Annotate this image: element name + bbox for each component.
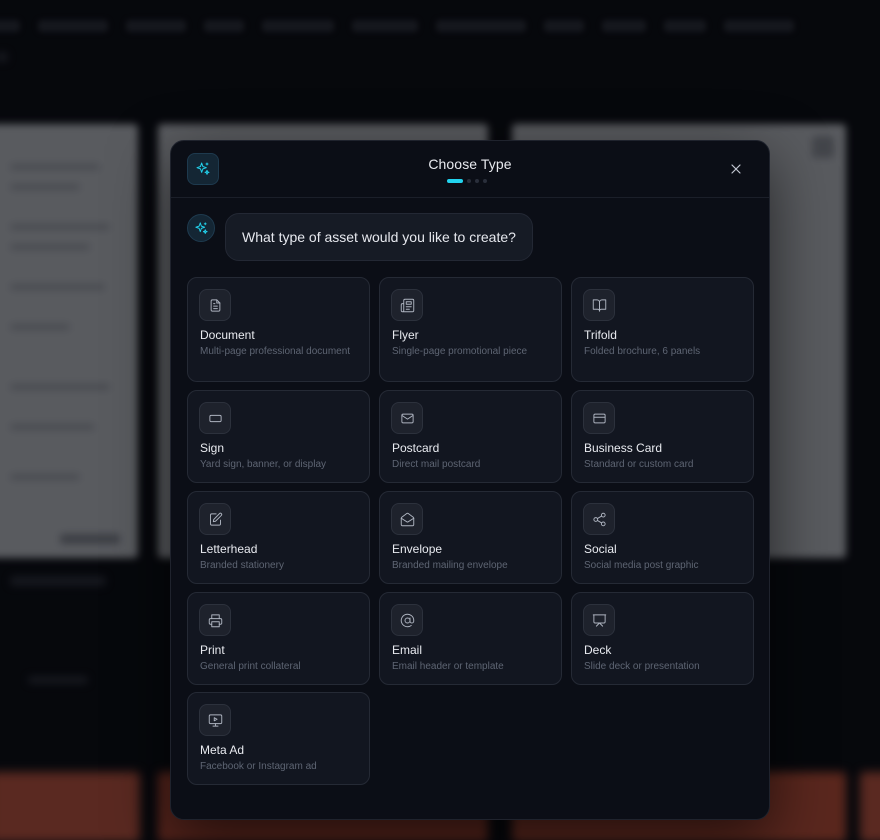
type-card-title: Letterhead [200, 542, 258, 556]
book-open-icon [583, 289, 615, 321]
dialog-title: Choose Type [428, 156, 512, 172]
type-card-description: Multi-page professional document [200, 346, 351, 357]
type-card-sign[interactable]: Sign Yard sign, banner, or display [187, 390, 370, 483]
step-dot-active [447, 179, 463, 183]
type-card-deck[interactable]: Deck Slide deck or presentation [571, 592, 754, 685]
type-card-title: Print [200, 643, 225, 657]
type-card-description: Single-page promotional piece [392, 346, 528, 357]
type-card-title: Meta Ad [200, 743, 245, 757]
type-card-meta-ad[interactable]: Meta Ad Facebook or Instagram ad [187, 692, 370, 785]
printer-icon [199, 604, 231, 636]
credit-card-icon [583, 402, 615, 434]
type-card-description: Email header or template [392, 661, 504, 672]
type-card-title: Envelope [392, 542, 443, 556]
type-card-trifold[interactable]: Trifold Folded brochure, 6 panels [571, 277, 754, 382]
step-dot [483, 179, 487, 183]
monitor-play-icon [199, 704, 231, 736]
type-card-email[interactable]: Email Email header or template [379, 592, 562, 685]
choose-type-dialog: Choose Type What type of asset would you… [170, 140, 770, 820]
type-card-business-card[interactable]: Business Card Standard or custom card [571, 390, 754, 483]
assistant-bubble: What type of asset would you like to cre… [225, 213, 533, 261]
document-icon [199, 289, 231, 321]
type-card-postcard[interactable]: Postcard Direct mail postcard [379, 390, 562, 483]
type-card-description: Slide deck or presentation [584, 661, 700, 672]
file-edit-icon [199, 503, 231, 535]
type-card-title: Flyer [392, 328, 419, 342]
type-card-flyer[interactable]: Flyer Single-page promotional piece [379, 277, 562, 382]
type-card-description: Direct mail postcard [392, 459, 481, 470]
type-card-title: Business Card [584, 441, 663, 455]
type-card-description: Standard or custom card [584, 459, 694, 470]
type-card-social[interactable]: Social Social media post graphic [571, 491, 754, 584]
mail-open-icon [391, 503, 423, 535]
type-card-title: Social [584, 542, 617, 556]
type-card-title: Postcard [392, 441, 440, 455]
share-icon [583, 503, 615, 535]
type-card-description: General print collateral [200, 661, 301, 672]
dialog-header: Choose Type [171, 141, 769, 198]
step-dot [475, 179, 479, 183]
rectangle-icon [199, 402, 231, 434]
type-card-print[interactable]: Print General print collateral [187, 592, 370, 685]
type-card-title: Email [392, 643, 423, 657]
type-card-description: Yard sign, banner, or display [200, 459, 327, 470]
type-card-description: Facebook or Instagram ad [200, 761, 317, 772]
presentation-icon [583, 604, 615, 636]
close-icon [731, 164, 741, 174]
type-card-description: Branded mailing envelope [392, 560, 508, 571]
type-card-title: Document [200, 328, 255, 342]
type-card-title: Deck [584, 643, 612, 657]
mail-icon [391, 402, 423, 434]
type-card-description: Folded brochure, 6 panels [584, 346, 701, 357]
newspaper-icon [391, 289, 423, 321]
type-card-title: Trifold [584, 328, 617, 342]
type-card-description: Branded stationery [200, 560, 284, 571]
close-button[interactable] [725, 158, 747, 180]
type-card-title: Sign [200, 441, 225, 455]
type-card-letterhead[interactable]: Letterhead Branded stationery [187, 491, 370, 584]
step-dot [467, 179, 471, 183]
at-sign-icon [391, 604, 423, 636]
type-card-document[interactable]: Document Multi-page professional documen… [187, 277, 370, 382]
type-card-description: Social media post graphic [584, 560, 699, 571]
sparkles-icon [187, 214, 215, 242]
step-indicator [447, 179, 487, 183]
type-card-envelope[interactable]: Envelope Branded mailing envelope [379, 491, 562, 584]
assistant-message: What type of asset would you like to cre… [187, 213, 533, 261]
